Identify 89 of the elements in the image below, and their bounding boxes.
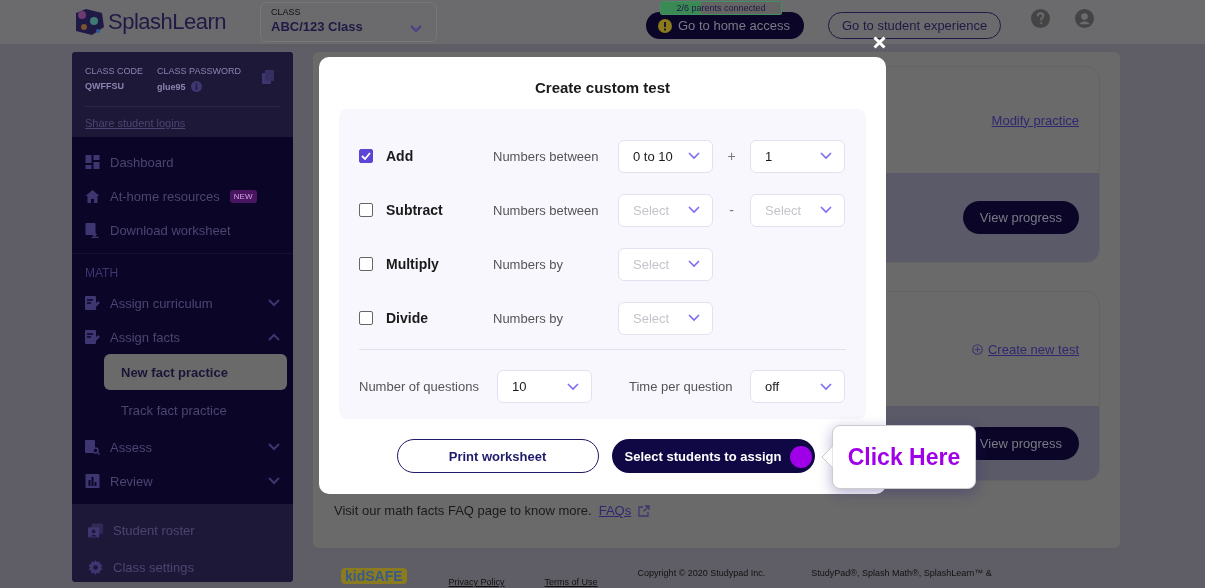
settings-icon <box>88 560 103 575</box>
operation-label: Multiply <box>386 256 439 272</box>
chevron-down-icon <box>688 206 700 214</box>
alert-icon <box>658 18 672 33</box>
card-link[interactable]: Modify practice <box>991 112 1079 128</box>
search-document-icon <box>85 439 100 455</box>
dropdown[interactable]: Select <box>750 193 845 227</box>
print-worksheet-button[interactable]: Print worksheet <box>396 439 599 473</box>
parents-progress-badge: 2/6 parents connected <box>660 1 782 15</box>
nav-item[interactable]: Student roster <box>72 512 293 549</box>
class-password: glue95 <box>157 81 186 92</box>
range-label: Numbers by <box>493 310 565 326</box>
kidsafe-seal[interactable]: kidSAFE <box>341 568 407 584</box>
dropdown[interactable]: 0 to 10 <box>618 139 713 173</box>
class-code-label: CLASS CODE <box>85 66 144 76</box>
chevron-icon[interactable] <box>268 477 280 485</box>
faq-link[interactable]: FAQs <box>598 503 632 518</box>
chevron-icon[interactable] <box>268 443 280 451</box>
logo-text: SplashLearn <box>108 9 227 35</box>
nav-item[interactable]: Download worksheet <box>72 213 293 247</box>
nav-item[interactable]: Class settings <box>72 549 293 582</box>
chevron-down-icon <box>688 314 700 322</box>
chevron-down-icon <box>688 260 700 268</box>
edit-document-icon <box>85 295 100 311</box>
chevron-down-icon <box>567 382 579 391</box>
operation-label: Add <box>386 148 414 164</box>
chevron-down-icon <box>820 206 832 214</box>
tooltip-pointer <box>821 446 833 468</box>
chevron-down-icon <box>820 152 832 160</box>
close-icon[interactable] <box>873 36 886 49</box>
class-code: QWFFSU <box>85 81 125 91</box>
nav-item[interactable]: Review <box>72 464 293 498</box>
range-label: Numbers between <box>493 202 600 218</box>
class-selector[interactable]: CLASS ABC/123 Class <box>260 2 437 42</box>
download-document-icon <box>85 222 100 238</box>
operator-sign: - <box>728 202 735 218</box>
footer-link[interactable]: Privacy Policy <box>448 577 505 587</box>
dropdown[interactable]: 10 <box>497 370 592 403</box>
checkbox[interactable] <box>359 149 373 163</box>
faq-text: Visit our math facts FAQ page to know more. <box>334 503 592 518</box>
external-link-icon[interactable] <box>638 504 651 517</box>
operation-label: Subtract <box>386 202 443 218</box>
footer-note: StudyPad®, Splash Math®, SplashLearn™ & <box>811 568 992 578</box>
dropdown[interactable]: 1 <box>750 139 845 173</box>
nav-item[interactable]: Assign facts <box>72 320 293 354</box>
sub-nav-item[interactable]: New fact practice <box>104 354 287 390</box>
footer-link[interactable]: Terms of Use <box>544 577 598 587</box>
nav-item[interactable]: Assign curriculum <box>72 286 293 320</box>
tooltip: Click Here <box>832 425 976 489</box>
nav-item[interactable]: Assess <box>72 430 293 464</box>
card-link[interactable]: Create new test <box>971 341 1079 357</box>
checkbox[interactable] <box>359 203 373 217</box>
range-label: Numbers by <box>493 256 565 272</box>
assign-students-button[interactable]: Select students to assign <box>611 439 815 473</box>
class-password-label: CLASS PASSWORD <box>157 66 241 76</box>
chevron-down-icon <box>820 382 832 391</box>
section-heading: MATH <box>84 266 120 282</box>
user-icon[interactable] <box>1075 9 1095 28</box>
view-progress-button[interactable]: View progress <box>962 201 1079 234</box>
bar-chart-icon <box>85 474 100 488</box>
copy-icon[interactable] <box>262 70 274 84</box>
info-icon[interactable] <box>190 81 202 92</box>
dropdown[interactable]: off <box>750 370 845 403</box>
chevron-down-icon <box>688 152 700 160</box>
field-label: Number of questions <box>359 379 480 394</box>
checkbox[interactable] <box>359 257 373 271</box>
new-badge: NEW <box>229 189 257 203</box>
dashboard-icon <box>85 155 100 169</box>
checkbox[interactable] <box>359 311 373 325</box>
home-icon <box>85 189 100 203</box>
chevron-down-icon[interactable] <box>410 25 422 33</box>
chevron-icon[interactable] <box>268 299 280 307</box>
dropdown[interactable]: Select <box>618 301 713 335</box>
edit-document-icon <box>85 329 100 345</box>
nav-item[interactable]: Dashboard <box>72 145 293 179</box>
plus-circle-icon <box>971 343 983 355</box>
field-label: Time per question <box>629 379 734 394</box>
operator-sign: + <box>726 148 737 164</box>
dialog-title: Create custom test <box>533 79 671 96</box>
dropdown[interactable]: Select <box>618 247 713 281</box>
help-icon[interactable] <box>1031 9 1051 28</box>
footer-note: Copyright © 2020 Studypad Inc. <box>637 568 766 578</box>
range-label: Numbers between <box>493 148 600 164</box>
chevron-icon[interactable] <box>268 333 280 341</box>
sub-nav-item[interactable]: Track fact practice <box>104 392 287 428</box>
operation-label: Divide <box>386 310 428 326</box>
dropdown[interactable]: Select <box>618 193 713 227</box>
roster-icon <box>88 523 103 538</box>
nav-item[interactable]: At-home resources NEW <box>72 179 293 213</box>
